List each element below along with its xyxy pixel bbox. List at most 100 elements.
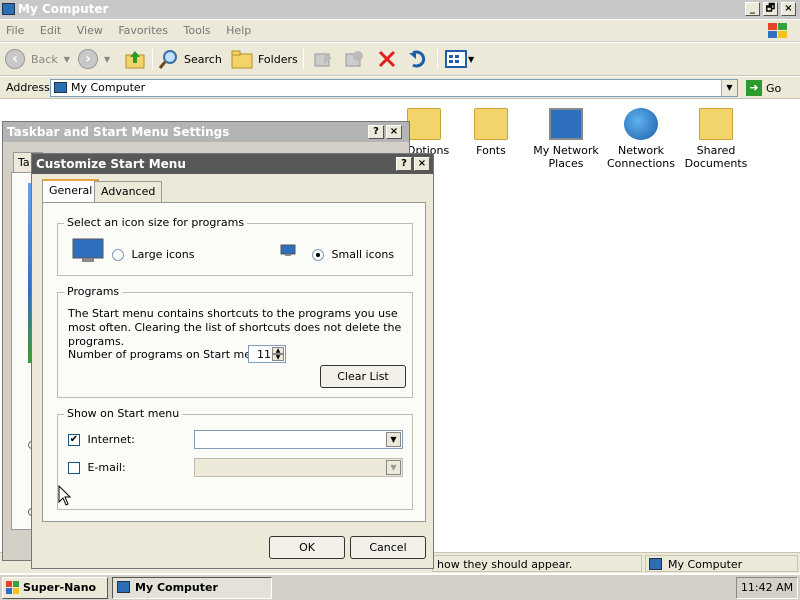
back-dropdown-icon: ▼ [63, 54, 70, 64]
menu-file[interactable]: File [0, 20, 30, 41]
email-checkbox[interactable] [68, 462, 80, 474]
menu-help[interactable]: Help [220, 20, 257, 41]
folders-button[interactable]: Folders [230, 47, 298, 71]
small-monitor-icon [280, 244, 296, 256]
menu-edit[interactable]: Edit [34, 20, 67, 41]
internet-option[interactable]: ✔ Internet: [68, 433, 135, 446]
undo-button[interactable] [407, 47, 429, 71]
icon-label: Fonts [476, 144, 506, 157]
up-folder-icon [125, 51, 145, 69]
program-count-spinner[interactable]: 11 ▲ ▼ [248, 345, 286, 363]
back-label: Back [31, 52, 58, 66]
dialog-titlebar[interactable]: Customize Start Menu ? × [32, 154, 433, 174]
my-network-places-item[interactable]: My Network Places [526, 108, 606, 170]
address-dropdown-button[interactable]: ▼ [721, 80, 737, 96]
search-label: Search [184, 52, 222, 66]
email-label: E-mail: [87, 461, 126, 474]
internet-label: Internet: [87, 433, 135, 446]
forward-arrow-icon: › [78, 49, 98, 69]
large-icons-label: Large icons [131, 248, 195, 261]
large-icons-radio[interactable] [112, 249, 124, 261]
start-label: Super-Nano XP [23, 581, 97, 594]
close-button[interactable]: × [386, 125, 402, 139]
help-button[interactable]: ? [368, 125, 384, 139]
computer-icon [117, 581, 130, 593]
move-to-button[interactable] [312, 47, 334, 71]
menu-bar: File Edit View Favorites Tools Help [0, 20, 800, 42]
windows-logo-icon [6, 581, 19, 594]
views-icon [445, 50, 467, 68]
search-button[interactable]: Search [158, 47, 222, 71]
back-arrow-icon: ‹ [5, 49, 25, 69]
toolbar-separator [437, 49, 438, 69]
system-clock: 11:42 AM [736, 577, 798, 599]
address-label: Address [6, 81, 50, 94]
menu-tools[interactable]: Tools [178, 20, 217, 41]
ok-button[interactable]: OK [269, 536, 345, 559]
status-location: My Computer [645, 555, 798, 572]
chevron-down-icon[interactable]: ▼ [386, 432, 401, 447]
delete-button[interactable] [376, 47, 398, 71]
start-button[interactable]: Super-Nano XP [2, 577, 108, 599]
address-input[interactable]: My Computer ▼ [50, 79, 738, 97]
programs-caption: Programs [64, 285, 123, 298]
status-text: how they should appear. [432, 555, 642, 572]
small-icons-radio[interactable] [312, 249, 324, 261]
up-folder-button[interactable] [124, 47, 146, 71]
maximize-button[interactable]: 🗗 [763, 2, 778, 16]
program-count-value: 11 [257, 348, 271, 361]
window-titlebar[interactable]: My Computer _ 🗗 × [0, 0, 800, 19]
search-icon [158, 50, 177, 69]
taskbar: Super-Nano XP My Computer 11:42 AM [0, 574, 800, 600]
undo-icon [409, 50, 426, 68]
computer-icon [649, 558, 662, 570]
mouse-pointer-icon [58, 485, 72, 506]
internet-checkbox[interactable]: ✔ [68, 434, 80, 446]
go-button[interactable]: ➜ Go [746, 80, 781, 96]
tab-general[interactable]: General [42, 179, 100, 204]
standard-toolbar: ‹ Back ▼ › ▼ Search Folders ▼ [0, 43, 800, 76]
tab-advanced[interactable]: Advanced [94, 181, 163, 203]
minimize-button[interactable]: _ [745, 2, 760, 16]
show-on-start-group: Show on Start menu ✔ Internet: ▼ E-mail:… [57, 407, 413, 510]
back-button[interactable]: ‹ Back ▼ [5, 47, 70, 71]
chevron-down-icon[interactable]: ▼ [386, 460, 401, 475]
folders-icon [231, 50, 253, 69]
delete-x-icon [378, 50, 396, 68]
go-arrow-icon: ➜ [746, 80, 762, 96]
menu-view[interactable]: View [71, 20, 109, 41]
network-connections-icon [624, 108, 658, 140]
spinner-down-icon[interactable]: ▼ [272, 354, 284, 361]
help-button[interactable]: ? [396, 157, 412, 171]
forward-button[interactable]: › ▼ [78, 47, 110, 71]
spinner-up-icon[interactable]: ▲ [272, 347, 284, 354]
small-icons-option[interactable]: Small icons [312, 248, 394, 261]
status-location-label: My Computer [668, 558, 743, 571]
clear-list-button[interactable]: Clear List [320, 365, 406, 388]
fonts-item[interactable]: Fonts [451, 108, 531, 157]
network-connections-item[interactable]: Network Connections [601, 108, 681, 170]
taskbar-item-my-computer[interactable]: My Computer [112, 577, 272, 599]
close-button[interactable]: × [781, 2, 796, 16]
internet-combo[interactable]: ▼ [194, 430, 403, 449]
email-option[interactable]: E-mail: [68, 461, 126, 474]
shared-documents-icon [699, 108, 733, 140]
task-label: My Computer [135, 581, 218, 594]
copy-to-icon [345, 51, 363, 67]
network-places-icon [549, 108, 583, 140]
address-bar: Address My Computer ▼ ➜ Go [0, 77, 800, 99]
programs-group: Programs The Start menu contains shortcu… [57, 285, 413, 398]
views-dropdown-icon: ▼ [468, 54, 475, 64]
shared-documents-item[interactable]: Shared Documents [676, 108, 756, 170]
dialog-title: Taskbar and Start Menu Settings [7, 125, 230, 139]
copy-to-button[interactable] [343, 47, 365, 71]
large-icons-option[interactable]: Large icons [112, 248, 194, 261]
cancel-button[interactable]: Cancel [350, 536, 426, 559]
close-button[interactable]: × [414, 157, 430, 171]
small-icons-label: Small icons [331, 248, 395, 261]
toolbar-separator [303, 49, 304, 69]
menu-favorites[interactable]: Favorites [112, 20, 174, 41]
email-combo[interactable]: ▼ [194, 458, 403, 477]
views-button[interactable]: ▼ [444, 47, 474, 71]
dialog-titlebar[interactable]: Taskbar and Start Menu Settings ? × [3, 122, 409, 142]
